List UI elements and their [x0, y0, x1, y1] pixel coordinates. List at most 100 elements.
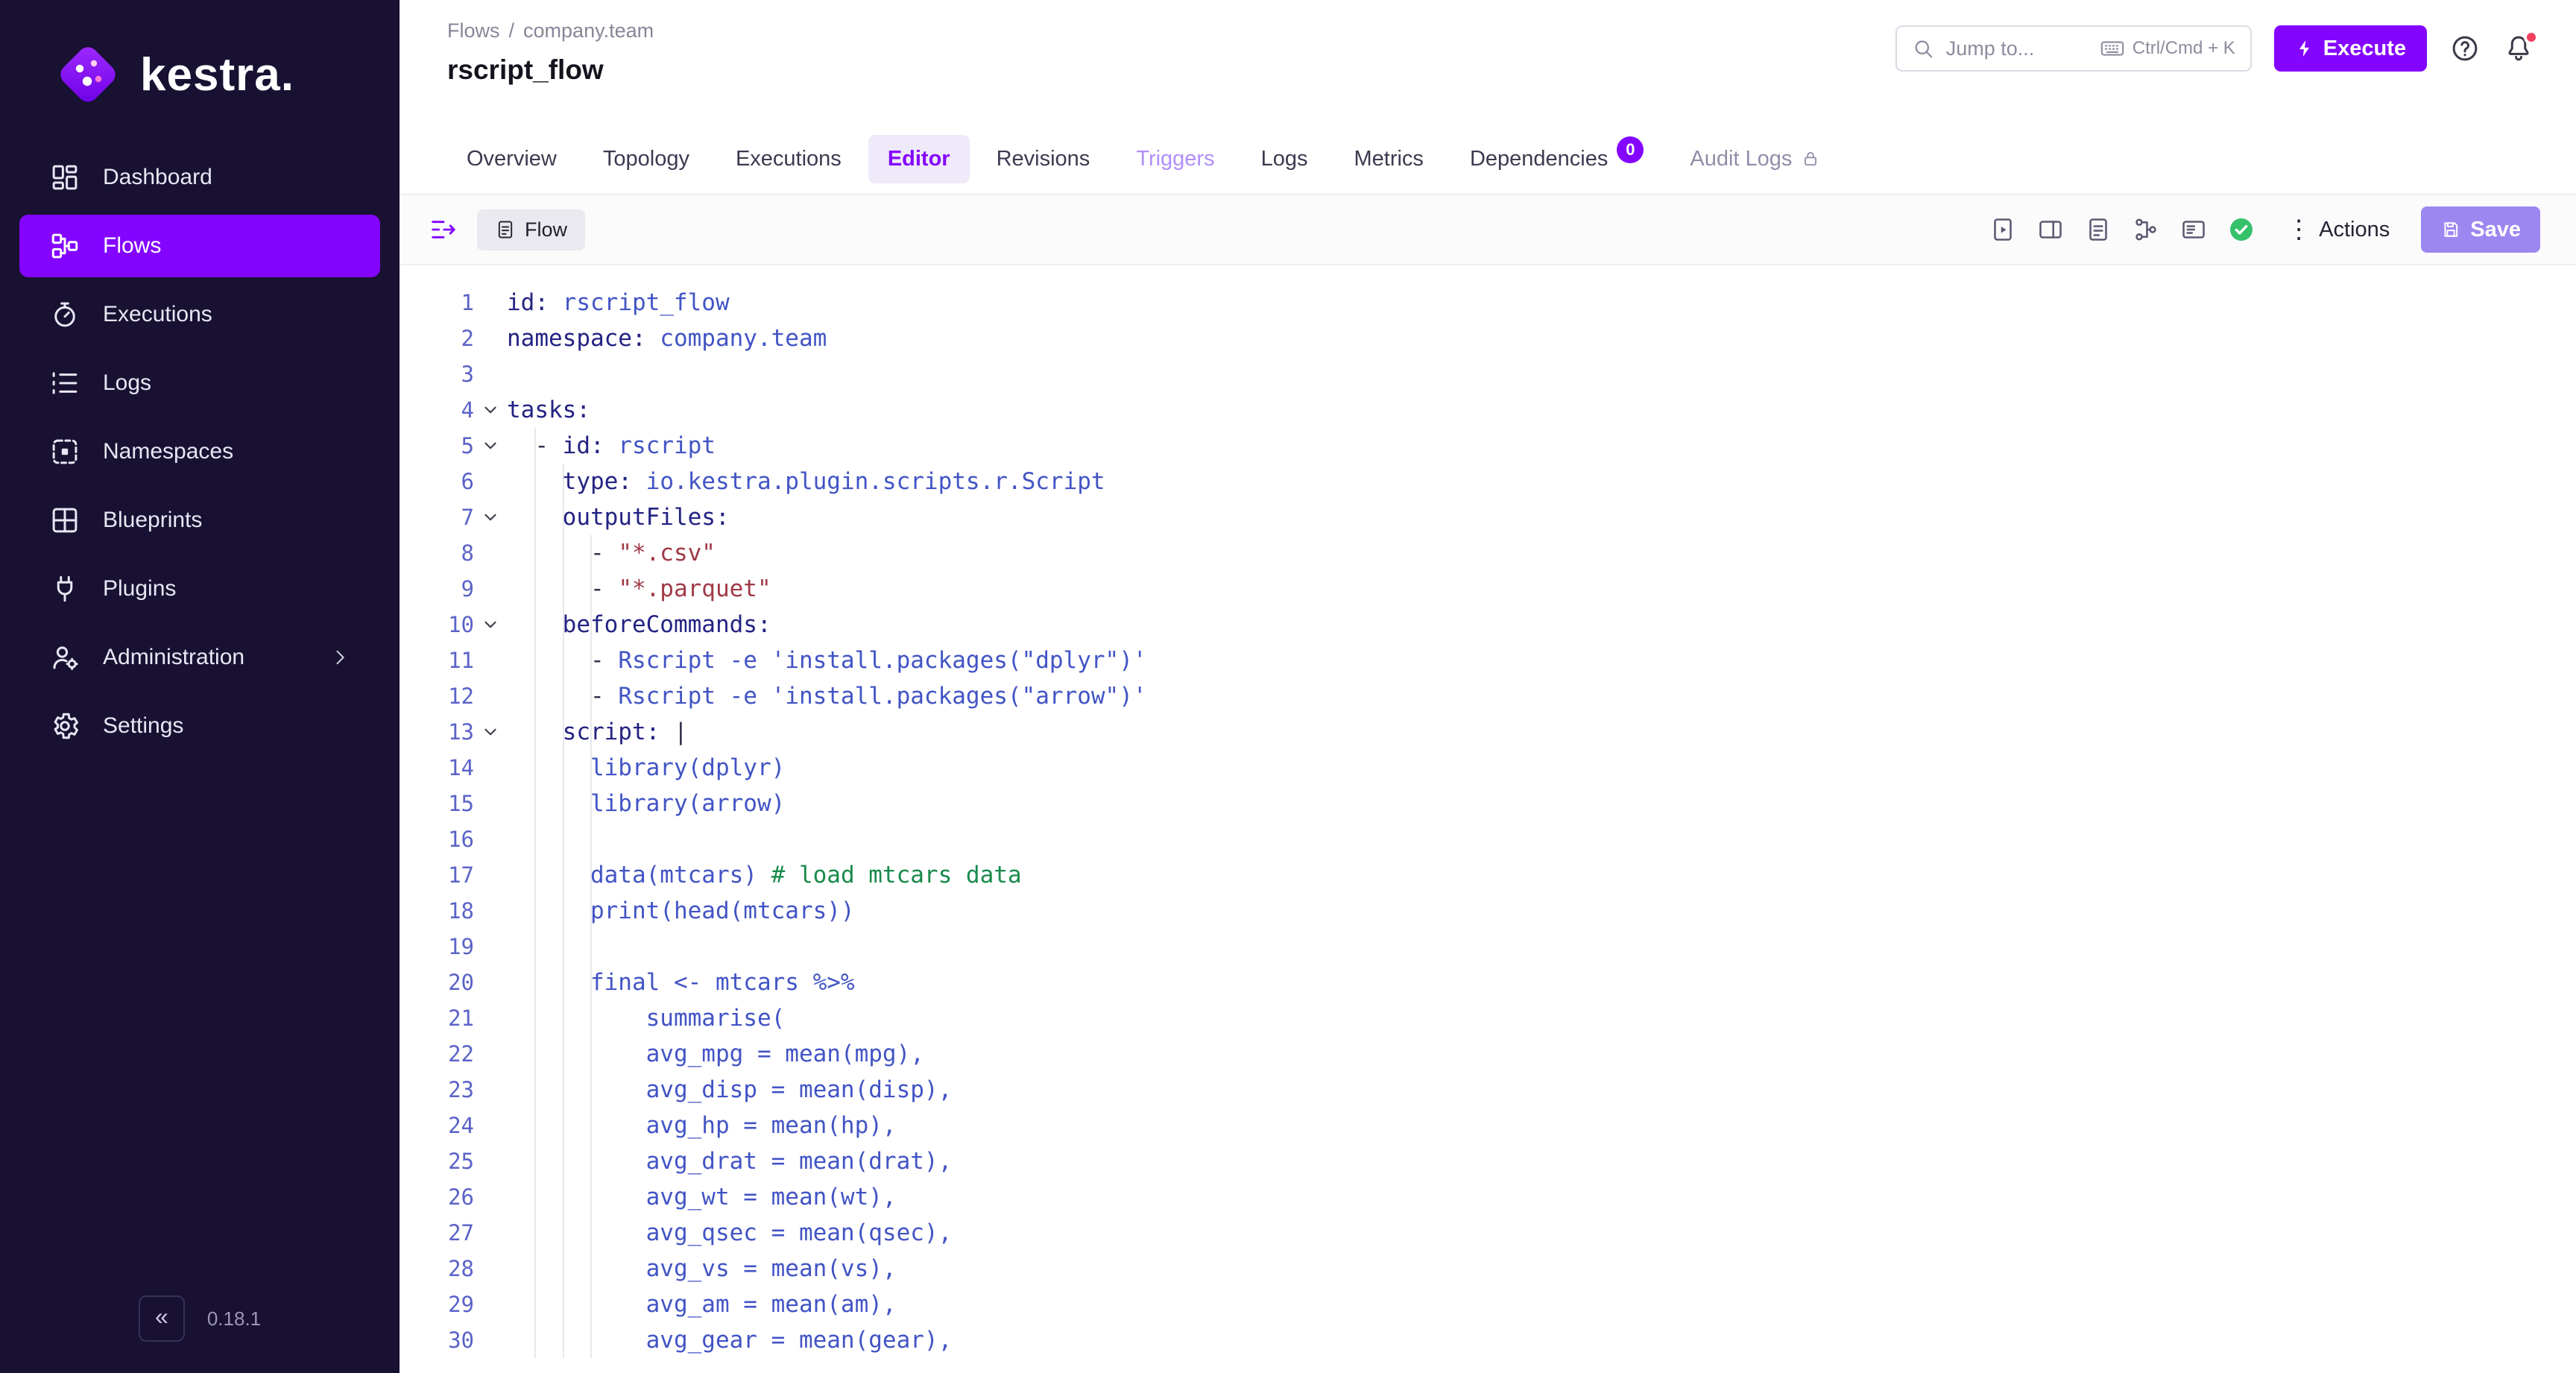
notifications-button[interactable] [2503, 33, 2534, 64]
code-line-text: tasks: [507, 392, 2576, 428]
code-line[interactable]: 30 avg_gear = mean(gear), [400, 1322, 2576, 1358]
sidebar-item-logs[interactable]: Logs [19, 352, 380, 414]
sidebar-item-administration[interactable]: Administration [19, 626, 380, 689]
tab-dependencies[interactable]: Dependencies0 [1450, 133, 1663, 184]
help-button[interactable] [2449, 33, 2481, 64]
code-line[interactable]: 10 beforeCommands: [400, 607, 2576, 643]
fold-gutter [474, 1251, 507, 1287]
code-line[interactable]: 21 summarise( [400, 1000, 2576, 1036]
executions-icon [49, 299, 80, 330]
line-number: 28 [400, 1251, 474, 1287]
code-line[interactable]: 20 final <- mtcars %>% [400, 965, 2576, 1000]
code-line[interactable]: 23 avg_disp = mean(disp), [400, 1072, 2576, 1108]
code-line[interactable]: 5 - id: rscript [400, 428, 2576, 464]
list-panel-icon-button[interactable] [2180, 216, 2207, 243]
breadcrumb-flows[interactable]: Flows [447, 19, 500, 42]
tab-logs[interactable]: Logs [1242, 135, 1328, 183]
tab-overview[interactable]: Overview [447, 135, 576, 183]
code-line[interactable]: 3 [400, 356, 2576, 392]
code-line[interactable]: 11 - Rscript -e 'install.packages("dplyr… [400, 643, 2576, 678]
run-file-icon-button[interactable] [1989, 216, 2016, 243]
actions-button[interactable]: ⋮ Actions [2282, 216, 2394, 243]
line-number: 21 [400, 1000, 474, 1036]
code-line[interactable]: 26 avg_wt = mean(wt), [400, 1179, 2576, 1215]
sidebar-item-flows[interactable]: Flows [19, 215, 380, 277]
sidebar-item-blueprints[interactable]: Blueprints [19, 489, 380, 552]
code-line[interactable]: 15 library(arrow) [400, 786, 2576, 821]
fold-gutter [474, 1072, 507, 1108]
tab-revisions[interactable]: Revisions [977, 135, 1110, 183]
sidebar-collapse-button[interactable]: « [139, 1295, 185, 1342]
topology-icon-button[interactable] [2133, 216, 2159, 243]
fold-gutter [474, 1215, 507, 1251]
tab-bar: OverviewTopologyExecutionsEditorRevision… [400, 124, 2576, 195]
sidebar-item-namespaces[interactable]: Namespaces [19, 420, 380, 483]
file-doc-icon-button[interactable] [2085, 216, 2112, 243]
line-number: 30 [400, 1322, 474, 1358]
code-line[interactable]: 25 avg_drat = mean(drat), [400, 1143, 2576, 1179]
code-line[interactable]: 17 data(mtcars) # load mtcars data [400, 857, 2576, 893]
code-line[interactable]: 2namespace: company.team [400, 321, 2576, 356]
code-line[interactable]: 16 [400, 821, 2576, 857]
code-line[interactable]: 19 [400, 929, 2576, 965]
execute-button[interactable]: Execute [2274, 25, 2427, 72]
sidebar-item-label: Blueprints [103, 508, 202, 533]
line-number: 25 [400, 1143, 474, 1179]
fold-gutter [474, 893, 507, 929]
save-button[interactable]: Save [2421, 206, 2540, 253]
code-line[interactable]: 6 type: io.kestra.plugin.scripts.r.Scrip… [400, 464, 2576, 499]
jump-to-search[interactable]: Jump to... Ctrl/Cmd + K [1895, 25, 2252, 72]
sidebar-item-label: Flows [103, 233, 161, 259]
sidebar-item-dashboard[interactable]: Dashboard [19, 146, 380, 209]
code-line[interactable]: 8 - "*.csv" [400, 535, 2576, 571]
validation-check-icon-button[interactable] [2228, 216, 2255, 243]
line-number: 3 [400, 356, 474, 392]
tab-topology[interactable]: Topology [584, 135, 709, 183]
tab-label: Dependencies [1470, 147, 1608, 171]
logs-icon [49, 367, 80, 399]
search-icon [1912, 37, 1934, 60]
code-line[interactable]: 7 outputFiles: [400, 499, 2576, 535]
code-line[interactable]: 18 print(head(mtcars)) [400, 893, 2576, 929]
tab-editor[interactable]: Editor [868, 135, 970, 183]
code-line[interactable]: 24 avg_hp = mean(hp), [400, 1108, 2576, 1143]
code-line-text: - Rscript -e 'install.packages("arrow")' [507, 678, 2576, 714]
fold-chevron-down-icon[interactable] [474, 607, 507, 643]
code-line[interactable]: 4tasks: [400, 392, 2576, 428]
sidebar-item-executions[interactable]: Executions [19, 283, 380, 346]
fold-chevron-down-icon[interactable] [474, 499, 507, 535]
code-line[interactable]: 22 avg_mpg = mean(mpg), [400, 1036, 2576, 1072]
tab-metrics[interactable]: Metrics [1334, 135, 1442, 183]
code-line-text: - Rscript -e 'install.packages("dplyr")' [507, 643, 2576, 678]
code-editor[interactable]: 1id: rscript_flow2namespace: company.tea… [400, 265, 2576, 1373]
breadcrumb-namespace[interactable]: company.team [523, 19, 654, 42]
code-line[interactable]: 29 avg_am = mean(am), [400, 1287, 2576, 1322]
tab-audit-logs[interactable]: Audit Logs [1670, 135, 1840, 183]
code-line[interactable]: 9 - "*.parquet" [400, 571, 2576, 607]
version-label: 0.18.1 [207, 1307, 261, 1331]
sidebar-item-label: Logs [103, 370, 151, 396]
code-line[interactable]: 1id: rscript_flow [400, 285, 2576, 321]
split-panel-icon-button[interactable] [2037, 216, 2064, 243]
main-content: Flows / company.team rscript_flow Jump t… [400, 0, 2576, 1373]
sidebar-item-plugins[interactable]: Plugins [19, 558, 380, 620]
code-line[interactable]: 14 library(dplyr) [400, 750, 2576, 786]
fold-chevron-down-icon[interactable] [474, 392, 507, 428]
code-line[interactable]: 12 - Rscript -e 'install.packages("arrow… [400, 678, 2576, 714]
toggle-file-explorer-button[interactable] [429, 215, 458, 244]
sidebar-item-settings[interactable]: Settings [19, 695, 380, 757]
tab-executions[interactable]: Executions [716, 135, 861, 183]
tab-triggers[interactable]: Triggers [1117, 135, 1234, 183]
code-line[interactable]: 27 avg_qsec = mean(qsec), [400, 1215, 2576, 1251]
editor-toolbar-left: Flow [429, 209, 585, 250]
flow-file-tab[interactable]: Flow [477, 209, 585, 250]
code-line[interactable]: 28 avg_vs = mean(vs), [400, 1251, 2576, 1287]
fold-gutter [474, 1036, 507, 1072]
code-line-text: namespace: company.team [507, 321, 2576, 356]
kestra-logo[interactable]: kestra. [0, 0, 400, 124]
fold-chevron-down-icon[interactable] [474, 714, 507, 750]
code-line[interactable]: 13 script: | [400, 714, 2576, 750]
code-line-text: final <- mtcars %>% [507, 965, 2576, 1000]
fold-gutter [474, 535, 507, 571]
fold-chevron-down-icon[interactable] [474, 428, 507, 464]
